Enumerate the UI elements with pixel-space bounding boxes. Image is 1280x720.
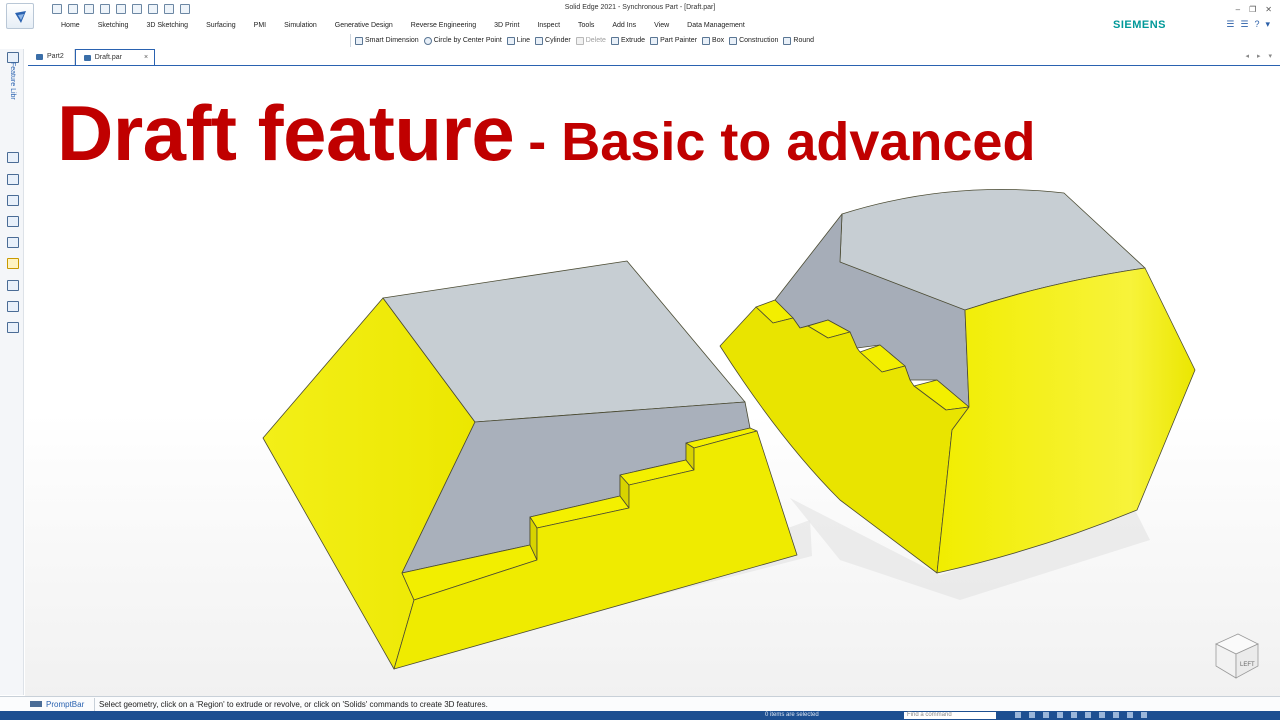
construction-button[interactable]: Construction [729, 34, 778, 47]
headline-main: Draft feature [57, 89, 515, 177]
left-docking-toolbar [0, 49, 24, 695]
view-style-icon[interactable] [1099, 712, 1105, 718]
box-button[interactable]: Box [702, 34, 724, 47]
prompt-message: Select geometry, click on a 'Region' to … [99, 699, 488, 709]
prompt-bar: PromptBar Select geometry, click on a 'R… [0, 696, 1280, 711]
list-alt-icon[interactable]: ☰ [1240, 19, 1248, 30]
smart-dimension-icon [355, 36, 363, 45]
extrude-icon [610, 36, 619, 45]
tree-icon[interactable] [7, 216, 19, 227]
prompt-bar-divider [94, 697, 95, 711]
view-cube-label: LEFT [1240, 662, 1255, 668]
headline-sub: - Basic to advanced [528, 112, 1036, 172]
line-icon [506, 36, 515, 45]
cylinder-icon [535, 36, 544, 45]
tab-simulation[interactable]: Simulation [275, 20, 326, 32]
tab-pmi[interactable]: PMI [245, 20, 275, 32]
tab-scroll-left-icon[interactable]: ◂ [1245, 52, 1249, 60]
section-icon[interactable] [1127, 712, 1133, 718]
status-bar: 0 items are selected Find a command [0, 711, 1280, 720]
zoom-icon[interactable] [1015, 712, 1021, 718]
minimize-button[interactable]: – [1236, 5, 1240, 14]
tab-scroll-right-icon[interactable]: ▸ [1257, 52, 1261, 60]
view-orientation-cube[interactable]: LEFT [1210, 632, 1262, 680]
line-button[interactable]: Line [506, 34, 530, 47]
help-toolbar: ☰ ☰ ? ▾ [1226, 19, 1270, 30]
tab-inspect[interactable]: Inspect [528, 20, 569, 32]
construction-icon [729, 36, 738, 45]
delete-icon [575, 36, 584, 45]
display-mode-icon[interactable] [1085, 712, 1091, 718]
tab-generative-design[interactable]: Generative Design [326, 20, 402, 32]
window-controls: – ❐ ✕ [1236, 5, 1272, 14]
part-painter-button[interactable]: Part Painter [650, 34, 697, 47]
named-views-icon[interactable] [1113, 712, 1119, 718]
list-icon[interactable]: ☰ [1226, 19, 1234, 30]
command-bar: Smart Dimension Circle by Center Point L… [350, 34, 814, 47]
box-icon [702, 36, 711, 45]
part-file-icon [36, 54, 43, 60]
settings-icon[interactable] [7, 322, 19, 333]
tab-add-ins[interactable]: Add Ins [603, 20, 645, 32]
circle-icon [423, 36, 432, 45]
fit-icon[interactable] [1029, 712, 1035, 718]
restore-button[interactable]: ❐ [1249, 5, 1256, 14]
tab-surfacing[interactable]: Surfacing [197, 20, 245, 32]
find-command-input[interactable]: Find a command [904, 712, 996, 719]
pan-icon[interactable] [1043, 712, 1049, 718]
relations-icon[interactable] [7, 301, 19, 312]
document-tabs: Part2 Draft.par × [28, 49, 1280, 66]
measure-icon[interactable] [7, 280, 19, 291]
round-button[interactable]: Round [783, 34, 814, 47]
part-painter-icon [650, 36, 659, 45]
close-button[interactable]: ✕ [1265, 5, 1272, 14]
siemens-logo: SIEMENS [1113, 19, 1167, 31]
prompt-bar-label[interactable]: PromptBar [46, 700, 94, 709]
tab-3d-sketching[interactable]: 3D Sketching [137, 20, 197, 32]
video-title-overlay: Draft feature - Basic to advanced [57, 88, 1035, 179]
feature-library-tab[interactable]: Feature Libr [9, 62, 16, 100]
solid-edge-window: Solid Edge 2021 - Synchronous Part - [Dr… [0, 0, 1280, 720]
view-controls [1015, 712, 1147, 718]
assembly-icon[interactable] [7, 152, 19, 163]
delete-button[interactable]: Delete [575, 34, 606, 47]
smart-dimension-button[interactable]: Smart Dimension [355, 34, 419, 47]
extrude-button[interactable]: Extrude [610, 34, 645, 47]
close-tab-icon[interactable]: × [144, 50, 148, 66]
tab-3d-print[interactable]: 3D Print [485, 20, 528, 32]
tab-part2[interactable]: Part2 [28, 49, 75, 65]
tab-reverse-engineering[interactable]: Reverse Engineering [402, 20, 485, 32]
tab-tools[interactable]: Tools [569, 20, 603, 32]
round-icon [783, 36, 792, 45]
settings-view-icon[interactable] [1141, 712, 1147, 718]
prompt-bar-icon [30, 701, 42, 707]
key-icon[interactable] [7, 258, 19, 269]
sketch-view-icon[interactable] [1071, 712, 1077, 718]
view-icon[interactable] [7, 195, 19, 206]
tab-home[interactable]: Home [52, 20, 89, 32]
window-title: Solid Edge 2021 - Synchronous Part - [Dr… [564, 4, 716, 11]
tab-data-management[interactable]: Data Management [678, 20, 754, 32]
selection-count: 0 items are selected [765, 712, 819, 718]
circle-by-center-point-button[interactable]: Circle by Center Point [423, 34, 502, 47]
tab-view[interactable]: View [645, 20, 678, 32]
rotate-icon[interactable] [1057, 712, 1063, 718]
dropdown-icon[interactable]: ▾ [1265, 19, 1270, 30]
layers-icon[interactable] [7, 174, 19, 185]
part-file-icon [83, 54, 91, 61]
color-icon[interactable] [7, 237, 19, 248]
tab-navigation: ◂ ▸ ▾ [1245, 52, 1272, 60]
tab-sketching[interactable]: Sketching [89, 20, 138, 32]
tab-draft-par[interactable]: Draft.par × [74, 49, 156, 66]
tab-list-icon[interactable]: ▾ [1268, 52, 1272, 60]
cylinder-button[interactable]: Cylinder [535, 34, 571, 47]
ribbon-tabs: Home Sketching 3D Sketching Surfacing PM… [52, 20, 754, 32]
help-icon[interactable]: ? [1254, 19, 1259, 30]
